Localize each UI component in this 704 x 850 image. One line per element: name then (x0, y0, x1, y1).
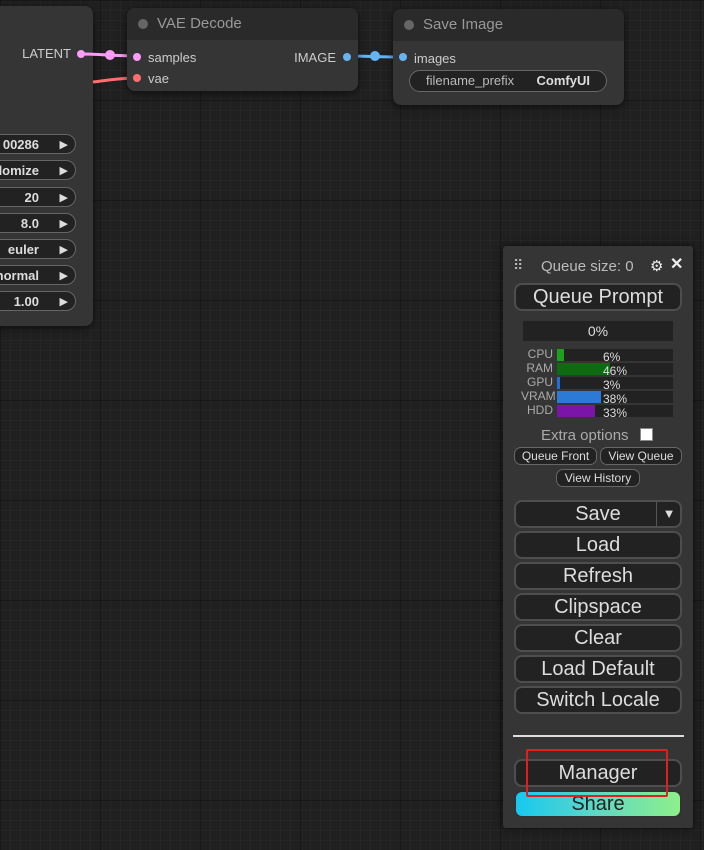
stat-label-ram: RAM (526, 361, 553, 375)
stat-percent-gpu: 3% (603, 378, 621, 392)
samples-input-dot[interactable] (133, 53, 141, 61)
save-image-title[interactable]: Save Image (393, 9, 624, 41)
queue-size-label: Queue size: 0 (541, 258, 634, 275)
increment-arrow-icon[interactable]: ▶ (60, 292, 68, 312)
image-output-dot[interactable] (343, 53, 351, 61)
denoise-widget[interactable]: 1.00 ▶ (0, 291, 76, 311)
filename-prefix-value: ComfyUI (536, 73, 590, 88)
stat-fill-cpu (557, 349, 564, 361)
images-input-dot[interactable] (399, 53, 407, 61)
stat-percent-vram: 38% (603, 392, 628, 406)
filename-prefix-widget[interactable]: filename_prefix ComfyUI (409, 70, 607, 92)
increment-arrow-icon[interactable]: ▶ (60, 161, 68, 181)
increment-arrow-icon[interactable]: ▶ (60, 214, 68, 234)
gear-icon[interactable]: ⚙ (650, 257, 663, 275)
save-image-node[interactable]: Save Image images filename_prefix ComfyU… (393, 9, 624, 105)
image-output-label: IMAGE (294, 50, 336, 65)
load-button[interactable]: Load (514, 531, 682, 559)
switch-locale-button[interactable]: Switch Locale (514, 686, 682, 714)
drag-handle-icon[interactable]: ⠿ (513, 257, 523, 274)
stat-percent-ram: 46% (603, 364, 628, 378)
stat-percent-cpu: 6% (603, 350, 621, 364)
stat-label-cpu: CPU (527, 347, 553, 361)
vae-decode-title[interactable]: VAE Decode (127, 8, 358, 40)
cfg-widget[interactable]: 8.0 ▶ (0, 213, 76, 233)
collapse-dot-icon[interactable] (138, 19, 148, 29)
vae-input-label: vae (148, 71, 169, 86)
stats-block: CPU 6% RAM 46% GPU 3% VRAM 38% HDD 33% (503, 347, 693, 421)
stat-label-gpu: GPU (526, 375, 553, 389)
stat-label-vram: VRAM (521, 389, 556, 403)
stat-fill-hdd (557, 405, 596, 417)
scheduler-widget[interactable]: normal▶ (0, 265, 76, 285)
images-input-label: images (414, 51, 456, 66)
close-icon[interactable]: ✕ (670, 254, 683, 274)
save-dropdown-button[interactable]: ▼ (656, 502, 681, 526)
vae-decode-node[interactable]: VAE Decode samples vae IMAGE (127, 8, 358, 91)
chevron-down-icon: ▼ (662, 506, 676, 521)
divider (513, 735, 684, 737)
increment-arrow-icon[interactable]: ▶ (60, 135, 68, 155)
queue-front-button[interactable]: Queue Front (514, 447, 597, 465)
clear-button[interactable]: Clear (514, 624, 682, 652)
control-after-generate-widget[interactable]: domize▶ (0, 160, 76, 180)
steps-widget[interactable]: 20 ▶ (0, 187, 76, 207)
vae-input-dot[interactable] (133, 74, 141, 82)
highlight-box (526, 749, 668, 797)
progress-bar: 0% (523, 321, 673, 341)
stat-fill-vram (557, 391, 602, 403)
clipspace-button[interactable]: Clipspace (514, 593, 682, 621)
load-default-button[interactable]: Load Default (514, 655, 682, 683)
queue-prompt-button[interactable]: Queue Prompt (514, 283, 682, 311)
collapse-dot-icon[interactable] (404, 20, 414, 30)
view-queue-button[interactable]: View Queue (600, 447, 682, 465)
image-wire-midpoint (370, 51, 380, 61)
increment-arrow-icon[interactable]: ▶ (60, 266, 68, 286)
stat-fill-gpu (557, 377, 561, 389)
seed-widget[interactable]: 00286 ▶ (0, 134, 76, 154)
queue-panel: ⠿ Queue size: 0 ⚙ ✕ Queue Prompt 0% CPU 6… (503, 246, 693, 828)
sampler-name-widget[interactable]: euler ▶ (0, 239, 76, 259)
latent-wire-midpoint (105, 50, 115, 60)
increment-arrow-icon[interactable]: ▶ (60, 240, 68, 260)
extra-options-label: Extra options (541, 427, 629, 444)
increment-arrow-icon[interactable]: ▶ (60, 188, 68, 208)
extra-options-checkbox[interactable] (640, 428, 653, 441)
stat-label-hdd: HDD (527, 403, 553, 417)
filename-prefix-label: filename_prefix (426, 73, 515, 88)
refresh-button[interactable]: Refresh (514, 562, 682, 590)
view-history-button[interactable]: View History (556, 469, 640, 487)
stat-percent-hdd: 33% (603, 406, 628, 420)
progress-text: 0% (587, 323, 609, 339)
samples-input-label: samples (148, 50, 197, 65)
